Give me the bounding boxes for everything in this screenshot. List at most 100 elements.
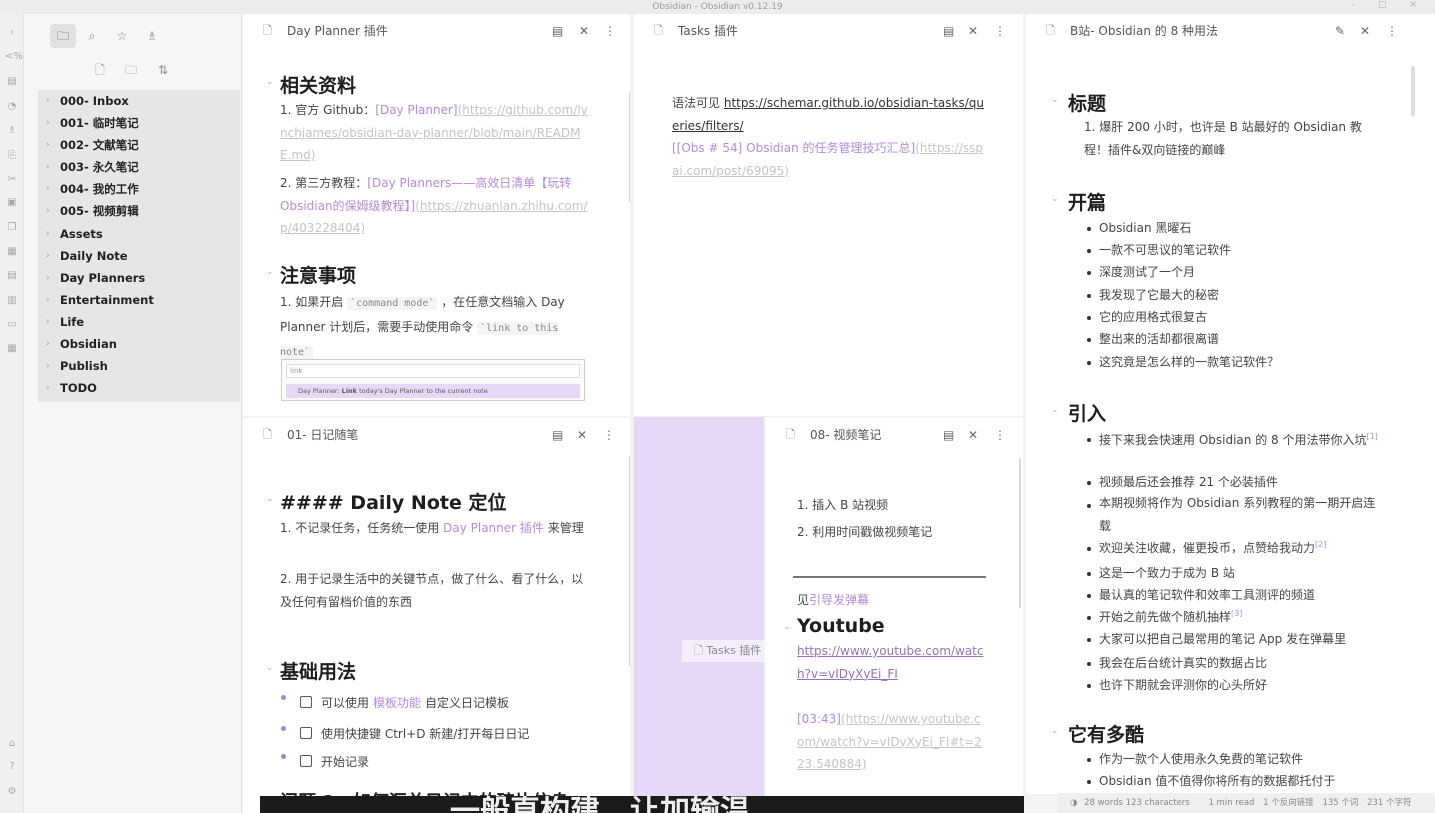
chevron-right-icon[interactable]: › <box>46 355 50 377</box>
markdown-icon[interactable]: ▤ <box>5 269 19 283</box>
chevron-right-icon[interactable]: › <box>46 267 50 289</box>
folder-item[interactable]: › 002- 文献笔记 <box>38 134 240 156</box>
folder-item[interactable]: › 001- 临时笔记 <box>38 112 240 134</box>
new-note-icon[interactable]: ✂ <box>5 173 19 187</box>
more-options-icon[interactable]: ⋮ <box>994 14 1006 48</box>
preview-toggle-icon[interactable]: ▤ <box>552 14 563 48</box>
folder-item[interactable]: › Life <box>38 311 240 333</box>
folder-icon[interactable]: 🗀 <box>50 24 76 48</box>
new-note-icon[interactable]: 🗋 <box>91 61 109 79</box>
footnote-ref[interactable]: [1] <box>1366 432 1377 441</box>
scrollbar[interactable] <box>1019 458 1021 608</box>
chevron-right-icon[interactable]: › <box>46 223 50 245</box>
open-vault-icon[interactable]: ⎘ <box>5 149 19 163</box>
scrollbar[interactable] <box>1411 66 1415 116</box>
link[interactable]: Day Planner 插件 <box>443 521 544 535</box>
graph-icon[interactable]: ◔ <box>5 100 19 114</box>
fold-icon[interactable]: ⌄ <box>783 622 791 632</box>
new-folder-icon[interactable]: 🗀 <box>122 61 140 79</box>
close-icon[interactable]: ✕ <box>1360 14 1370 48</box>
command-icon[interactable]: <% <box>5 50 23 64</box>
folder-item[interactable]: › TODO <box>38 377 240 399</box>
template-icon[interactable]: ▭ <box>5 318 19 332</box>
link[interactable]: 引导发弹幕 <box>809 593 869 607</box>
more-options-icon[interactable]: ⋮ <box>603 418 615 452</box>
scrollbar[interactable] <box>629 92 630 202</box>
footnote-ref[interactable]: [3] <box>1231 609 1242 618</box>
fold-icon[interactable]: ⌄ <box>1051 405 1059 415</box>
dragging-tab[interactable]: 🗋 Tasks 插件 <box>682 640 778 662</box>
git-icon[interactable]: ▣ <box>5 196 19 210</box>
folder-item[interactable]: › 005- 视频剪辑 <box>38 200 240 222</box>
vault-icon[interactable]: ♗ <box>143 27 161 45</box>
preview-toggle-icon[interactable]: ▤ <box>943 418 954 452</box>
chevron-right-icon[interactable]: › <box>46 245 50 267</box>
folder-item[interactable]: › Entertainment <box>38 289 240 311</box>
close-icon[interactable]: ✕ <box>579 14 589 48</box>
folder-item[interactable]: › Assets <box>38 223 240 245</box>
fold-icon[interactable]: ⌄ <box>266 494 274 504</box>
close-icon[interactable]: ✕ <box>577 418 587 452</box>
file-icon[interactable]: ▤ <box>5 75 19 89</box>
task-checkbox[interactable] <box>300 755 312 767</box>
fold-icon[interactable]: ⌄ <box>1051 726 1059 736</box>
preview-toggle-icon[interactable]: ▤ <box>943 14 954 48</box>
folder-item[interactable]: › Publish <box>38 355 240 377</box>
chevron-right-icon[interactable]: › <box>46 90 50 112</box>
chevron-right-icon[interactable]: › <box>46 289 50 311</box>
scrollbar[interactable] <box>629 456 630 666</box>
folder-item[interactable]: › 004- 我的工作 <box>38 178 240 200</box>
link[interactable]: 模板功能 <box>373 696 421 710</box>
youtube-link[interactable]: https://www.youtube.com/watch?v=vIDyXyEi… <box>797 644 984 681</box>
chevron-right-icon[interactable]: › <box>46 156 50 178</box>
folder-item[interactable]: › Daily Note <box>38 245 240 267</box>
link[interactable]: [Day Planner] <box>375 103 457 117</box>
chevron-right-icon[interactable]: › <box>46 377 50 399</box>
bullet <box>1087 780 1091 784</box>
chevron-right-icon[interactable]: › <box>46 134 50 156</box>
collapse-icon[interactable]: ‹ <box>5 26 19 40</box>
slides-icon[interactable]: ▥ <box>5 294 19 308</box>
close-icon[interactable]: ✕ <box>968 418 978 452</box>
chevron-right-icon[interactable]: › <box>46 311 50 333</box>
sort-icon[interactable]: ⇅ <box>154 61 172 79</box>
settings-icon[interactable]: ⚙ <box>5 785 19 799</box>
chevron-right-icon[interactable]: › <box>46 112 50 134</box>
list-item: 2. 利用时间戳做视频笔记 <box>797 525 933 539</box>
fold-icon[interactable]: ⌄ <box>1051 194 1059 204</box>
backlinks-count[interactable]: 1 个反向链接 <box>1263 798 1314 808</box>
star-icon[interactable]: ☆ <box>113 27 131 45</box>
folder-item[interactable]: › Day Planners <box>38 267 240 289</box>
link[interactable]: [[Obs # 54] Obsidian 的任务管理技巧汇总] <box>672 141 915 155</box>
fold-icon[interactable]: ⌄ <box>266 663 274 673</box>
vault-icon[interactable]: ⌂ <box>5 737 19 751</box>
task-checkbox[interactable] <box>300 727 312 739</box>
copy-icon[interactable]: ▦ <box>5 245 19 259</box>
window-controls[interactable]: – □ × <box>1351 0 1427 10</box>
preview-toggle-icon[interactable]: ▤ <box>552 418 563 452</box>
heading: Youtube <box>797 615 885 637</box>
folder-item[interactable]: › 003- 永久笔记 <box>38 156 240 178</box>
task-checkbox[interactable] <box>300 696 312 708</box>
link[interactable]: [03:43] <box>797 712 841 726</box>
more-options-icon[interactable]: ⋮ <box>994 418 1006 452</box>
more-options-icon[interactable]: ⋮ <box>1386 14 1398 48</box>
footnote-ref[interactable]: [2] <box>1315 540 1326 549</box>
chevron-right-icon[interactable]: › <box>46 200 50 222</box>
calendar-icon[interactable]: ♗ <box>5 124 19 138</box>
daily-icon[interactable]: ❐ <box>5 221 19 235</box>
more-options-icon[interactable]: ⋮ <box>604 14 616 48</box>
search-icon[interactable]: ⌕ <box>83 27 101 45</box>
edit-icon[interactable]: ✎ <box>1335 14 1345 48</box>
chevron-right-icon[interactable]: › <box>46 333 50 355</box>
fold-icon[interactable]: ⌄ <box>266 267 274 277</box>
close-icon[interactable]: ✕ <box>968 14 978 48</box>
folder-label: 003- 永久笔记 <box>60 160 139 175</box>
folder-item[interactable]: › 000- Inbox <box>38 90 240 112</box>
help-icon[interactable]: ? <box>5 760 19 774</box>
kanban-icon[interactable]: ▦ <box>5 342 19 356</box>
folder-item[interactable]: › Obsidian <box>38 333 240 355</box>
fold-icon[interactable]: ⌄ <box>1051 95 1059 105</box>
chevron-right-icon[interactable]: › <box>46 178 50 200</box>
fold-icon[interactable]: ⌄ <box>266 77 274 87</box>
